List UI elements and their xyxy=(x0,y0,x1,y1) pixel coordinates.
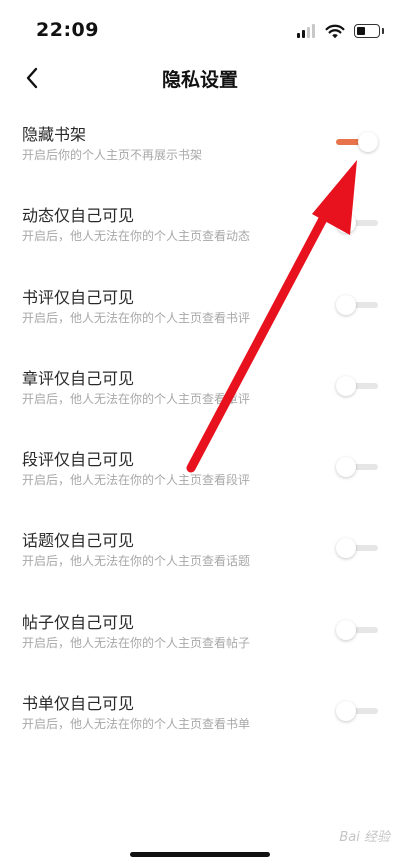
setting-description: 开启后，他人无法在你的个人主页查看书单 xyxy=(22,717,251,732)
wifi-icon xyxy=(325,24,345,39)
cellular-signal-icon xyxy=(297,24,317,38)
setting-description: 开启后，他人无法在你的个人主页查看话题 xyxy=(22,554,251,569)
setting-title: 话题仅自己可见 xyxy=(22,531,135,551)
toggle-knob xyxy=(336,375,356,396)
setting-description: 开启后，他人无法在你的个人主页查看章评 xyxy=(22,391,251,406)
setting-description: 开启后，他人无法在你的个人主页查看段评 xyxy=(22,473,251,488)
toggle-knob xyxy=(336,457,356,478)
setting-description: 开启后，他人无法在你的个人主页查看帖子 xyxy=(22,635,251,650)
setting-row-7: 帖子仅自己可见 开启后，他人无法在你的个人主页查看帖子 xyxy=(0,588,400,669)
page-title: 隐私设置 xyxy=(161,69,238,91)
setting-row-6: 话题仅自己可见 开启后，他人无法在你的个人主页查看话题 xyxy=(0,506,400,587)
setting-description: 开启后，他人无法在你的个人主页查看动态 xyxy=(22,229,251,244)
setting-title: 帖子仅自己可见 xyxy=(22,612,135,632)
setting-title: 章评仅自己可见 xyxy=(22,368,135,388)
setting-toggle[interactable] xyxy=(336,132,378,152)
setting-title: 段评仅自己可见 xyxy=(22,450,135,470)
watermark-text: Bai 经验 xyxy=(339,830,390,845)
status-bar: 22:09 xyxy=(0,0,400,60)
screen: 22:09 隐私设置 隐藏书架 开启后你的个人主页不再展示书架 动态仅自己可见 … xyxy=(0,0,400,866)
toggle-knob xyxy=(358,132,378,152)
settings-list: 隐藏书架 开启后你的个人主页不再展示书架 动态仅自己可见 开启后，他人无法在你的… xyxy=(0,100,400,750)
setting-toggle[interactable] xyxy=(336,619,378,640)
setting-row-1: 隐藏书架 开启后你的个人主页不再展示书架 xyxy=(0,100,400,181)
setting-title: 书单仅自己可见 xyxy=(22,694,135,714)
status-time: 22:09 xyxy=(36,19,99,41)
setting-toggle[interactable] xyxy=(336,375,378,396)
battery-icon xyxy=(354,24,384,38)
setting-description: 开启后，他人无法在你的个人主页查看书评 xyxy=(22,310,251,325)
setting-title: 动态仅自己可见 xyxy=(22,206,135,226)
setting-toggle[interactable] xyxy=(336,294,378,315)
toggle-knob xyxy=(336,294,356,315)
toggle-knob xyxy=(336,538,356,559)
setting-row-4: 章评仅自己可见 开启后，他人无法在你的个人主页查看章评 xyxy=(0,344,400,425)
setting-toggle[interactable] xyxy=(336,701,378,722)
setting-row-2: 动态仅自己可见 开启后，他人无法在你的个人主页查看动态 xyxy=(0,181,400,262)
setting-row-5: 段评仅自己可见 开启后，他人无法在你的个人主页查看段评 xyxy=(0,425,400,506)
home-indicator xyxy=(130,852,270,857)
setting-toggle[interactable] xyxy=(336,457,378,478)
setting-row-8: 书单仅自己可见 开启后，他人无法在你的个人主页查看书单 xyxy=(0,669,400,750)
toggle-knob xyxy=(336,213,356,234)
setting-toggle[interactable] xyxy=(336,213,378,234)
status-icons xyxy=(297,22,384,40)
setting-row-3: 书评仅自己可见 开启后，他人无法在你的个人主页查看书评 xyxy=(0,263,400,344)
setting-title: 书评仅自己可见 xyxy=(22,287,135,307)
toggle-knob xyxy=(336,701,356,722)
setting-description: 开启后你的个人主页不再展示书架 xyxy=(22,148,203,162)
nav-bar: 隐私设置 xyxy=(0,56,400,100)
setting-title: 隐藏书架 xyxy=(22,125,87,144)
toggle-knob xyxy=(336,619,356,640)
setting-toggle[interactable] xyxy=(336,538,378,559)
